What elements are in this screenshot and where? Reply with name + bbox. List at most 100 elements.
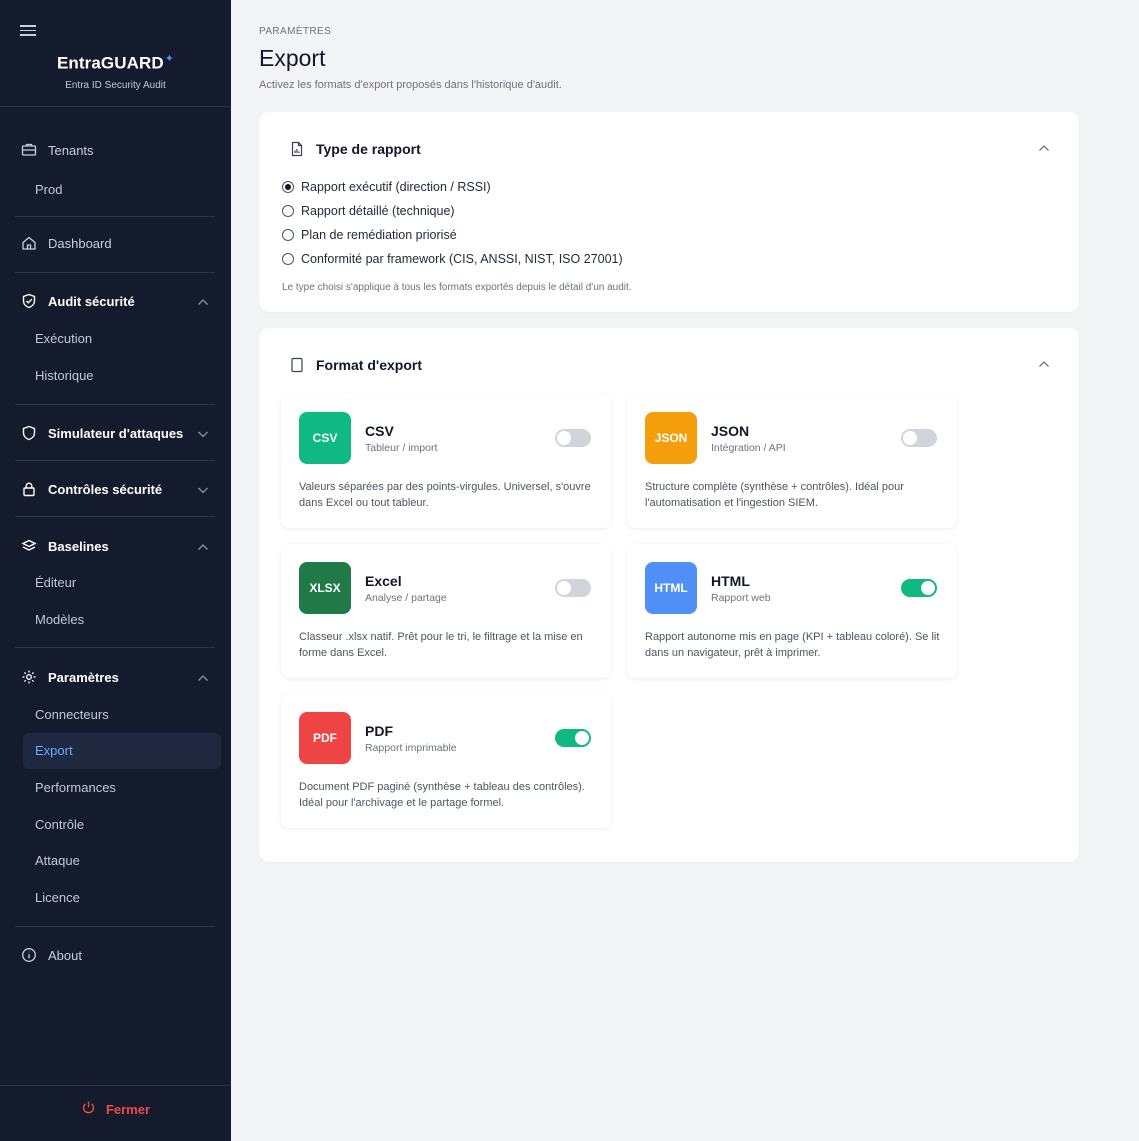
chevron-up-icon[interactable] [196, 540, 210, 554]
radio-conformite[interactable]: Conformité par framework (CIS, ANSSI, NI… [282, 252, 623, 266]
divider [15, 272, 215, 273]
sidebar-item-label: Baselines [48, 538, 109, 554]
format-name: Excel [365, 573, 402, 589]
chevron-up-icon[interactable] [1037, 357, 1051, 371]
chevron-up-icon[interactable] [196, 295, 210, 309]
brand-subtitle: Entra ID Security Audit [65, 79, 166, 91]
chevron-up-icon[interactable] [196, 671, 210, 685]
shield-icon [21, 425, 37, 441]
sidebar-item-controles[interactable]: Contrôles sécurité [21, 481, 162, 497]
chevron-down-icon[interactable] [196, 427, 210, 441]
divider [15, 926, 215, 927]
fermer-label: Fermer [105, 1101, 151, 1117]
xlsx-badge: XLSX [299, 562, 351, 614]
radio-label: Plan de remédiation priorisé [301, 228, 457, 242]
sidebar-item-execution[interactable]: Exécution [35, 331, 92, 346]
brand: EntraGUARD✦ Entra ID Security Audit [0, 52, 231, 91]
excel-toggle[interactable] [555, 579, 591, 597]
sidebar-item-controle[interactable]: Contrôle [35, 817, 84, 832]
radio-label: Conformité par framework (CIS, ANSSI, NI… [301, 252, 623, 266]
menu-icon[interactable] [20, 25, 36, 36]
sidebar-item-modeles[interactable]: Modèles [35, 612, 84, 627]
format-subtitle: Tableur / import [365, 442, 438, 454]
sidebar-item-label: Tenants [48, 142, 94, 158]
sidebar-item-editeur[interactable]: Éditeur [35, 575, 76, 590]
radio-rapport-executif[interactable]: Rapport exécutif (direction / RSSI) [282, 180, 491, 194]
fermer-button[interactable]: Fermer [0, 1100, 231, 1118]
breadcrumb: PARAMÈTRES [259, 26, 332, 37]
sidebar-item-audit[interactable]: Audit sécurité [21, 293, 135, 309]
pdf-badge: PDF [299, 712, 351, 764]
sidebar-item-historique[interactable]: Historique [35, 368, 94, 383]
export-format-card: Format d'export CSV CSV Tableur / import… [259, 328, 1079, 862]
sidebar-item-label: Paramètres [48, 669, 119, 685]
html-toggle[interactable] [901, 579, 937, 597]
sidebar: EntraGUARD✦ Entra ID Security Audit Tena… [0, 0, 231, 1141]
sidebar-item-parametres[interactable]: Paramètres [21, 669, 119, 685]
format-subtitle: Analyse / partage [365, 592, 447, 604]
format-card-excel: XLSX Excel Analyse / partage Classeur .x… [281, 544, 611, 678]
json-toggle[interactable] [901, 429, 937, 447]
sidebar-item-label: Audit sécurité [48, 293, 135, 309]
sidebar-item-performances[interactable]: Performances [35, 780, 116, 795]
radio-button[interactable] [282, 229, 294, 241]
radio-button[interactable] [282, 253, 294, 265]
lock-icon [21, 481, 37, 497]
format-name: HTML [711, 573, 750, 589]
format-description: Structure complète (synthèse + contrôles… [645, 481, 904, 509]
format-card-pdf: PDF PDF Rapport imprimable Document PDF … [281, 694, 611, 828]
report-type-header: Type de rapport [289, 141, 421, 157]
report-icon [289, 141, 305, 157]
chevron-down-icon[interactable] [196, 483, 210, 497]
info-icon [21, 947, 37, 963]
format-card-html: HTML HTML Rapport web Rapport autonome m… [627, 544, 957, 678]
sidebar-item-connecteurs[interactable]: Connecteurs [35, 707, 109, 722]
csv-toggle[interactable] [555, 429, 591, 447]
radio-label: Rapport exécutif (direction / RSSI) [301, 180, 491, 194]
radio-rapport-detaille[interactable]: Rapport détaillé (technique) [282, 204, 455, 218]
chevron-up-icon[interactable] [1037, 141, 1051, 155]
sidebar-item-about[interactable]: About [21, 947, 82, 963]
html-badge: HTML [645, 562, 697, 614]
json-badge: JSON [645, 412, 697, 464]
sidebar-item-export[interactable]: Export [23, 733, 221, 769]
divider [0, 106, 231, 107]
report-type-card: Type de rapport Rapport exécutif (direct… [259, 112, 1079, 312]
divider [15, 460, 215, 461]
sidebar-item-tenants[interactable]: Tenants [21, 142, 94, 158]
sparkle-icon: ✦ [164, 53, 175, 65]
home-icon [21, 235, 37, 251]
report-type-hint: Le type choisi s'applique à tous les for… [282, 282, 632, 293]
export-format-header: Format d'export [289, 357, 422, 373]
sidebar-item-dashboard[interactable]: Dashboard [21, 235, 112, 251]
format-description: Document PDF paginé (synthèse + tableau … [299, 781, 585, 809]
divider [15, 404, 215, 405]
divider [15, 216, 215, 217]
divider [15, 647, 215, 648]
layers-icon [21, 538, 37, 554]
format-name: JSON [711, 423, 750, 439]
power-icon [81, 1100, 96, 1118]
divider [0, 1085, 231, 1086]
sidebar-item-prod[interactable]: Prod [35, 182, 62, 197]
sidebar-item-label: About [48, 947, 82, 963]
format-description: Rapport autonome mis en page (KPI + tabl… [645, 631, 940, 659]
sidebar-item-label: Dashboard [48, 235, 112, 251]
radio-button[interactable] [282, 181, 294, 193]
format-subtitle: Intégration / API [711, 442, 786, 454]
sidebar-item-attaque[interactable]: Attaque [35, 853, 80, 868]
sidebar-item-baselines[interactable]: Baselines [21, 538, 109, 554]
format-name: PDF [365, 723, 393, 739]
export-format-title: Format d'export [316, 357, 423, 373]
format-card-json: JSON JSON Intégration / API Structure co… [627, 394, 957, 528]
sidebar-item-label: Contrôles sécurité [48, 481, 163, 497]
format-description: Valeurs séparées par des points-virgules… [299, 481, 591, 509]
page-title: Export [259, 45, 326, 71]
radio-button[interactable] [282, 205, 294, 217]
pdf-toggle[interactable] [555, 729, 591, 747]
sidebar-item-licence[interactable]: Licence [35, 890, 80, 905]
sidebar-item-simulateur[interactable]: Simulateur d'attaques [21, 425, 183, 441]
format-name: CSV [365, 423, 394, 439]
file-icon [289, 357, 305, 373]
radio-plan-remediation[interactable]: Plan de remédiation priorisé [282, 228, 457, 242]
